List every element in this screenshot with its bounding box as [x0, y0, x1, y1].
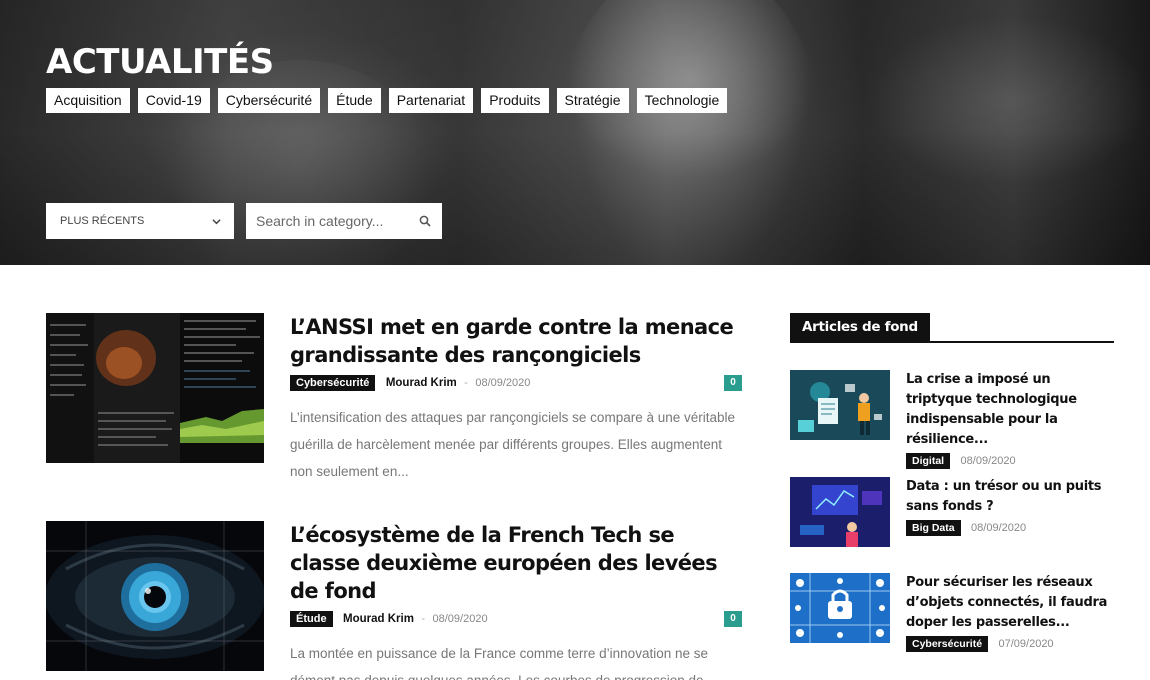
sidebar-item-title[interactable]: Pour sécuriser les réseaux d’objets conn… — [906, 573, 1114, 633]
article-excerpt: L’intensification des attaques par ranço… — [290, 410, 736, 479]
comment-count-badge[interactable]: 0 — [724, 375, 742, 391]
sidebar-item-title[interactable]: Data : un trésor ou un puits sans fonds … — [906, 477, 1114, 517]
tag-covid-19[interactable]: Covid-19 — [137, 88, 210, 113]
comment-count-badge[interactable]: 0 — [724, 611, 742, 627]
sidebar-item-meta: Digital 08/09/2020 — [906, 452, 1114, 470]
article-thumbnail[interactable] — [46, 521, 264, 671]
chevron-down-icon — [212, 203, 221, 239]
article-date: 08/09/2020 — [475, 376, 531, 389]
article-excerpt: La montée en puissance de la France comm… — [290, 646, 715, 680]
sidebar-item-title[interactable]: La crise a imposé un triptyque technolog… — [906, 370, 1114, 450]
sidebar-item-body: Data : un trésor ou un puits sans fonds … — [906, 477, 1114, 537]
sidebar-heading-label: Articles de fond — [790, 313, 930, 341]
sidebar-item: La crise a imposé un triptyque technolog… — [790, 370, 1114, 469]
sidebar-featured: Articles de fond La crise a imposé un tr… — [790, 313, 1114, 652]
article-title[interactable]: L’ANSSI met en garde contre la menace gr… — [290, 313, 742, 369]
article-author[interactable]: Mourad Krim — [343, 613, 414, 625]
sidebar-heading: Articles de fond — [790, 313, 1114, 343]
sidebar-item-date: 08/09/2020 — [971, 521, 1027, 534]
category-badge[interactable]: Big Data — [906, 519, 961, 536]
sort-dropdown[interactable]: PLUS RÉCENTS — [46, 203, 234, 239]
hero-banner: ACTUALITÉS Acquisition Covid-19 Cyberséc… — [0, 0, 1150, 265]
category-tags: Acquisition Covid-19 Cybersécurité Étude… — [46, 88, 728, 113]
sidebar-item: Data : un trésor ou un puits sans fonds … — [790, 477, 1114, 557]
sidebar-item-body: Pour sécuriser les réseaux d’objets conn… — [906, 573, 1114, 653]
article-body: L’ANSSI met en garde contre la menace gr… — [290, 313, 742, 485]
article-date: 08/09/2020 — [432, 612, 488, 625]
category-badge[interactable]: Digital — [906, 452, 951, 469]
search-input[interactable] — [246, 203, 406, 239]
tag-produits[interactable]: Produits — [481, 88, 549, 113]
sidebar-item: Pour sécuriser les réseaux d’objets conn… — [790, 573, 1114, 653]
sidebar-item-body: La crise a imposé un triptyque technolog… — [906, 370, 1114, 470]
sort-dropdown-value: PLUS RÉCENTS — [60, 215, 145, 227]
article-title[interactable]: L’écosystème de la French Tech se classe… — [290, 521, 742, 605]
sidebar-item-meta: Cybersécurité 07/09/2020 — [906, 635, 1114, 653]
article-thumbnail[interactable] — [46, 313, 264, 463]
tag-acquisition[interactable]: Acquisition — [46, 88, 130, 113]
tag-partenariat[interactable]: Partenariat — [388, 88, 474, 113]
sidebar-item-date: 07/09/2020 — [998, 637, 1054, 650]
meta-separator: - — [464, 376, 468, 389]
category-badge[interactable]: Cybersécurité — [290, 374, 376, 391]
sidebar-item-meta: Big Data 08/09/2020 — [906, 519, 1114, 537]
tag-technologie[interactable]: Technologie — [636, 88, 728, 113]
search-icon[interactable] — [419, 215, 431, 227]
article-body: L’écosystème de la French Tech se classe… — [290, 521, 742, 680]
article-card: L’écosystème de la French Tech se classe… — [46, 521, 742, 680]
page-title: ACTUALITÉS — [46, 42, 274, 82]
sidebar-thumbnail[interactable] — [790, 370, 890, 440]
article-meta: Cybersécurité Mourad Krim - 08/09/2020 0 — [290, 374, 742, 392]
article-meta: Étude Mourad Krim - 08/09/2020 0 — [290, 610, 742, 628]
article-card: L’ANSSI met en garde contre la menace gr… — [46, 313, 742, 479]
sidebar-item-date: 08/09/2020 — [960, 454, 1016, 467]
sidebar-thumbnail[interactable] — [790, 573, 890, 643]
category-badge[interactable]: Cybersécurité — [906, 635, 989, 652]
category-badge[interactable]: Étude — [290, 610, 333, 627]
meta-separator: - — [421, 612, 426, 625]
category-search — [246, 203, 442, 239]
tag-cybersecurite[interactable]: Cybersécurité — [217, 88, 321, 113]
sidebar-thumbnail[interactable] — [790, 477, 890, 547]
tag-strategie[interactable]: Stratégie — [556, 88, 629, 113]
article-author[interactable]: Mourad Krim — [386, 377, 457, 389]
tag-etude[interactable]: Étude — [328, 88, 381, 113]
